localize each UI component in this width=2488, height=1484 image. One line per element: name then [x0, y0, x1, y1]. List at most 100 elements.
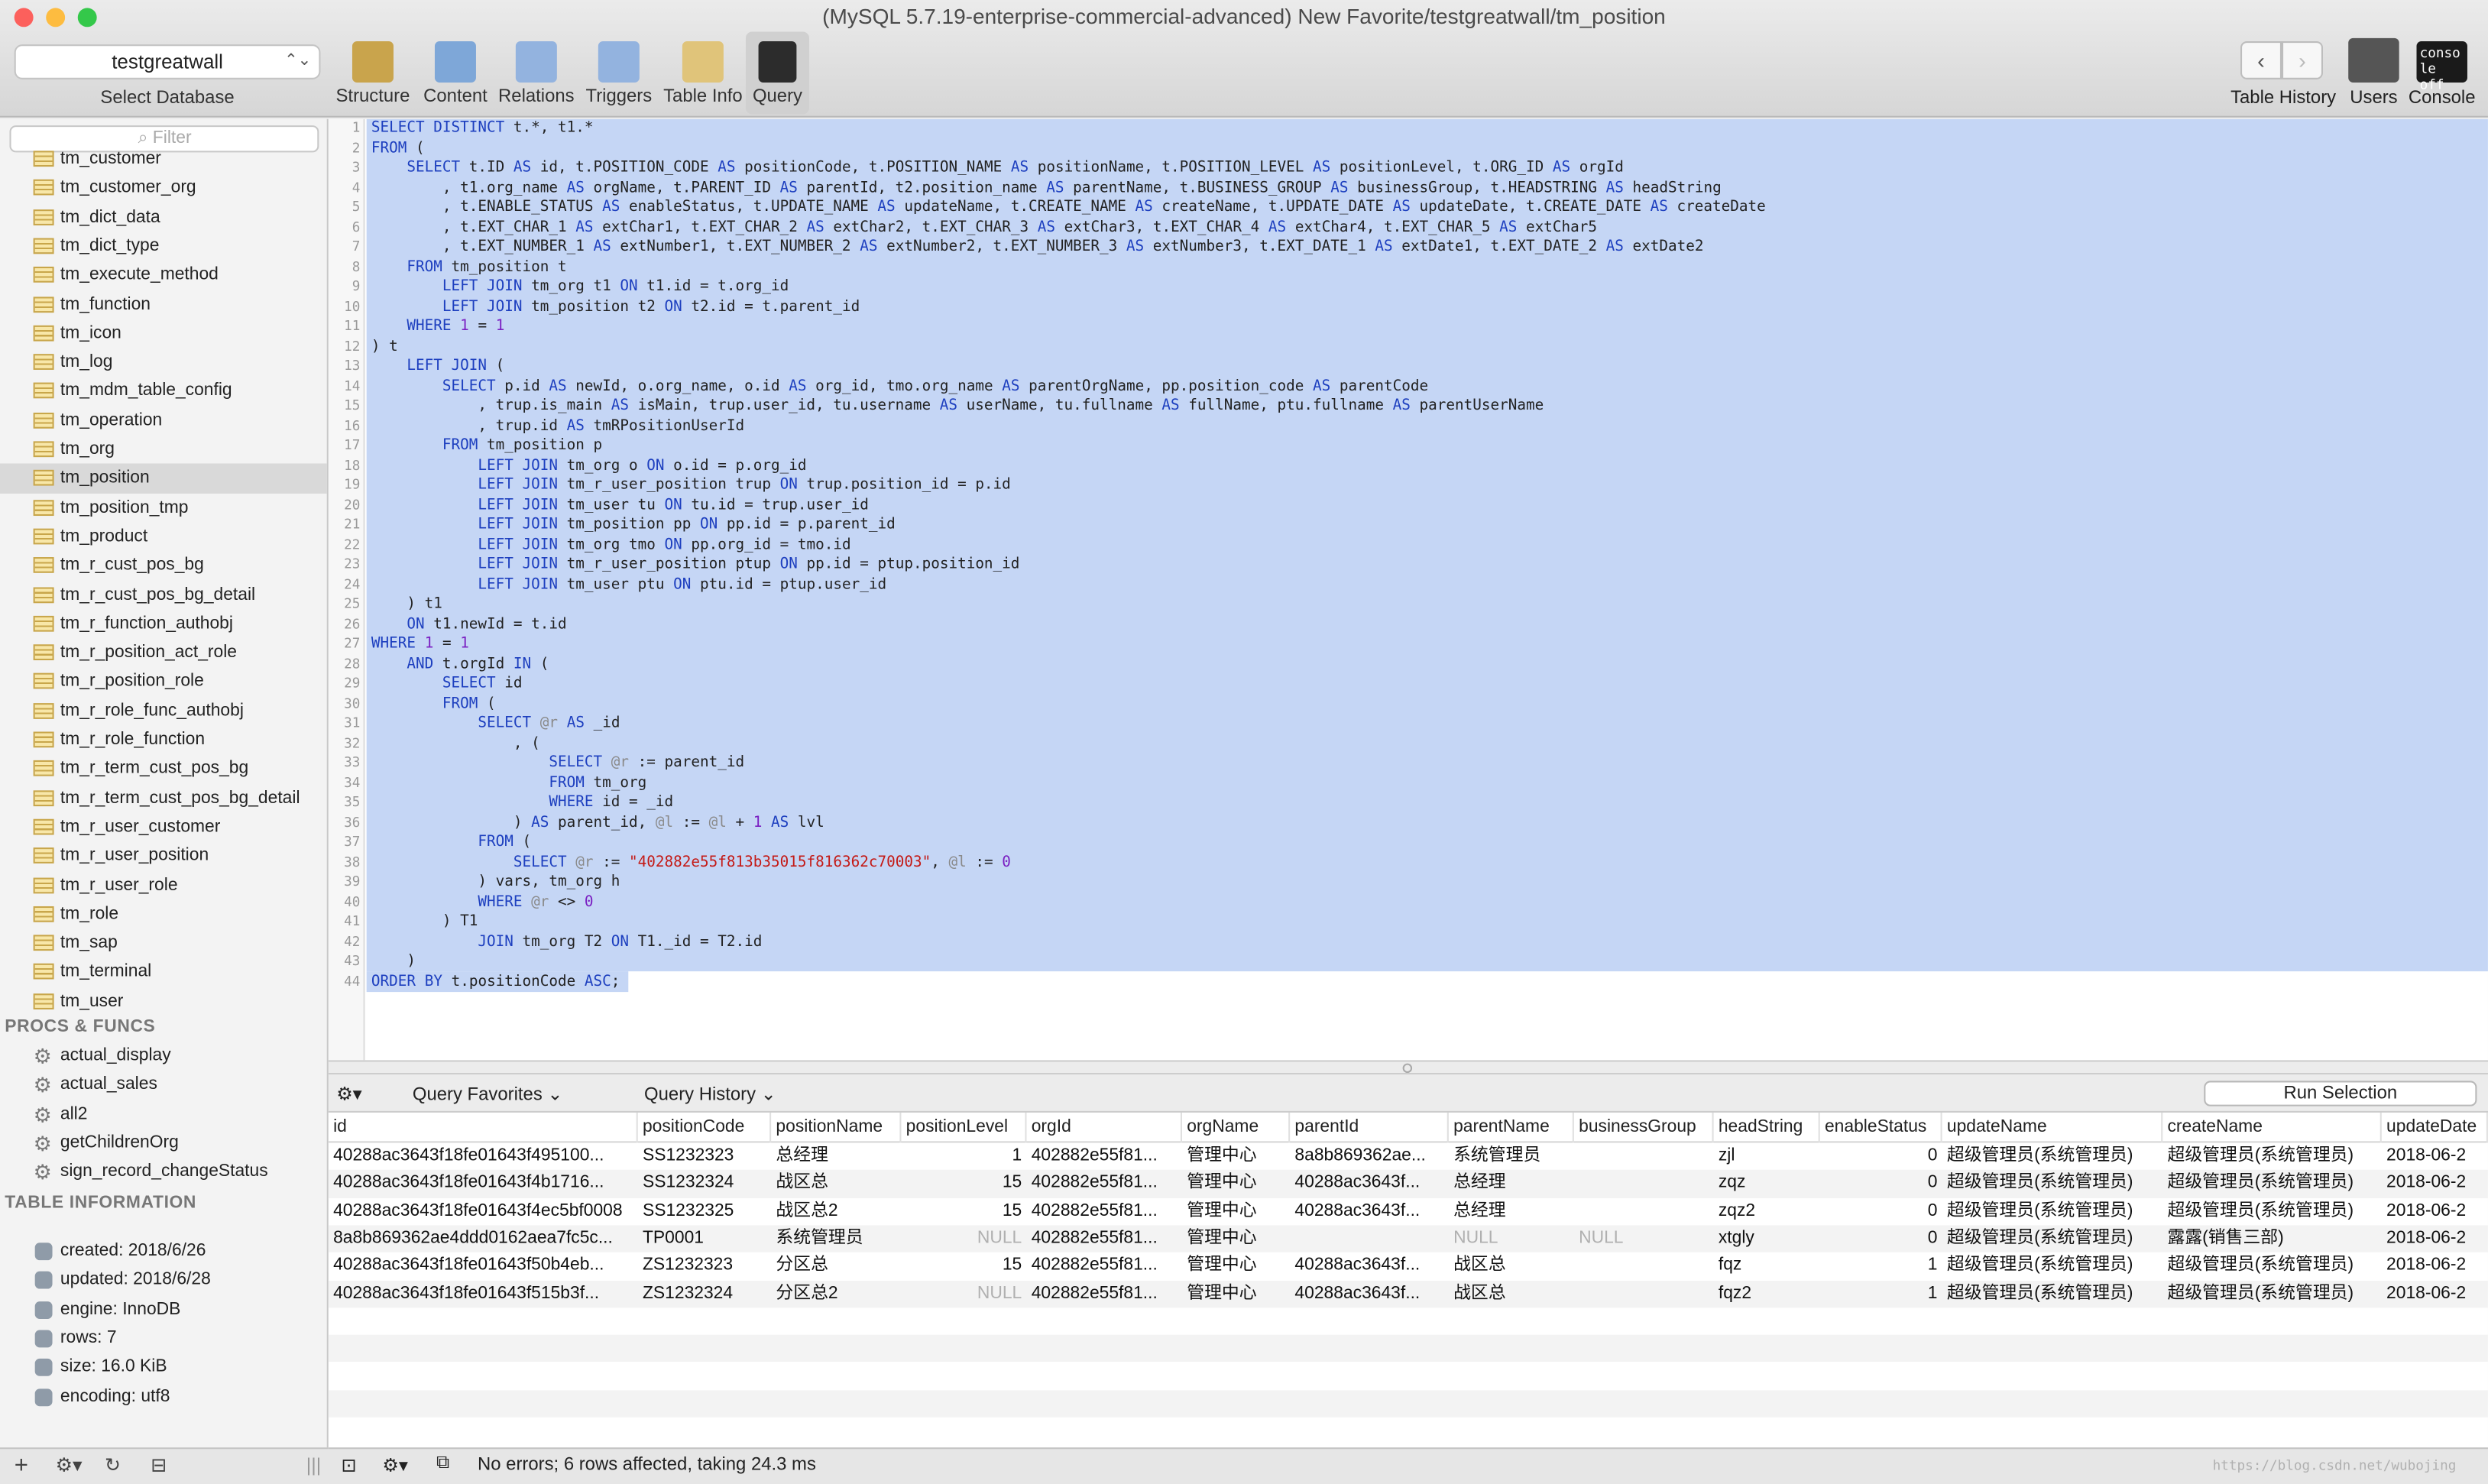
sidebar-table-item[interactable]: tm_sap	[0, 928, 327, 957]
table-cell[interactable]: 2018-06-2	[2382, 1142, 2488, 1170]
column-header[interactable]: updateDate	[2382, 1112, 2488, 1143]
sidebar-table-item[interactable]: tm_r_role_func_authobj	[0, 696, 327, 725]
sidebar-table-item[interactable]: tm_terminal	[0, 957, 327, 987]
table-row[interactable]: 8a8b869362ae4ddd0162aea7fc5c... TP0001 系统管…	[328, 1225, 2488, 1253]
table-cell[interactable]: 超级管理员(系统管理员)	[2162, 1170, 2382, 1197]
query-editor[interactable]: 1 SELECT DISTINCT t.*, t1.* 2 FROM (3 SELEC…	[328, 118, 2488, 1061]
sidebar-proc-item[interactable]: ⚙ getChildrenOrg	[0, 1129, 327, 1158]
table-cell[interactable]: SS1232324	[638, 1170, 771, 1197]
query-tab[interactable]: Query	[745, 31, 810, 115]
sidebar-table-item[interactable]: tm_icon	[0, 319, 327, 348]
table-cell[interactable]: 超级管理员(系统管理员)	[1942, 1252, 2163, 1280]
table-cell[interactable]: ZS1232323	[638, 1252, 771, 1280]
table-cell[interactable]: 管理中心	[1182, 1252, 1290, 1280]
table-cell[interactable]: 0	[1820, 1170, 1942, 1197]
filter-toggle-icon[interactable]: ⊟	[151, 1454, 167, 1476]
status-gear-icon[interactable]: ⚙▾	[382, 1454, 407, 1476]
table-cell[interactable]: 2018-06-2	[2382, 1280, 2488, 1307]
table-row[interactable]	[329, 1307, 2488, 1335]
table-cell[interactable]: 40288ac3643f...	[1290, 1197, 1449, 1225]
table-cell[interactable]: 40288ac3643f...	[1290, 1252, 1449, 1280]
table-cell[interactable]: 系统管理员	[1449, 1142, 1574, 1170]
table-cell[interactable]: NULL	[1449, 1225, 1574, 1252]
table-cell[interactable]: 0	[1820, 1142, 1942, 1170]
sidebar-table-item[interactable]: tm_r_cust_pos_bg	[0, 551, 327, 580]
table-cell[interactable]: 战区总	[771, 1170, 901, 1197]
column-header[interactable]: positionName	[771, 1112, 902, 1143]
table-row[interactable]: 40288ac3643f18fe01643f515b3f... ZS1232324…	[328, 1280, 2488, 1308]
table-cell[interactable]	[1574, 1197, 1714, 1225]
table-cell[interactable]: 402882e55f81...	[1026, 1197, 1181, 1225]
table-cell[interactable]: 8a8b869362ae...	[1290, 1142, 1449, 1170]
sidebar-table-item[interactable]: tm_r_user_role	[0, 870, 327, 899]
table-cell[interactable]: 402882e55f81...	[1026, 1142, 1181, 1170]
table-cell[interactable]: 管理中心	[1182, 1225, 1290, 1252]
table-cell[interactable]	[1574, 1252, 1714, 1280]
sidebar-table-item[interactable]: tm_org	[0, 435, 327, 464]
table-cell[interactable]: 系统管理员	[771, 1225, 901, 1252]
relations-tab[interactable]: Relations	[497, 32, 576, 115]
table-cell[interactable]	[1574, 1280, 1714, 1307]
table-cell[interactable]	[1574, 1170, 1714, 1197]
sidebar-table-item[interactable]: tm_position	[0, 464, 327, 494]
table-cell[interactable]: 0	[1820, 1197, 1942, 1225]
table-cell[interactable]: 402882e55f81...	[1026, 1280, 1181, 1307]
table-cell[interactable]: 超级管理员(系统管理员)	[1942, 1170, 2163, 1197]
table-cell[interactable]: 0	[1820, 1225, 1942, 1252]
table-cell[interactable]: 总经理	[771, 1142, 901, 1170]
table-cell[interactable]: 2018-06-2	[2382, 1252, 2488, 1280]
table-cell[interactable]: 402882e55f81...	[1026, 1252, 1181, 1280]
sidebar-table-item[interactable]: tm_mdm_table_config	[0, 377, 327, 406]
sidebar-table-item[interactable]: tm_r_function_authobj	[0, 609, 327, 638]
column-header[interactable]: createName	[2162, 1112, 2382, 1143]
sidebar-table-item[interactable]: tm_r_position_act_role	[0, 638, 327, 667]
table-cell[interactable]: SS1232323	[638, 1142, 771, 1170]
table-cell[interactable]: 40288ac3643f18fe01643f4ec5bf0008	[329, 1197, 638, 1225]
table-row[interactable]	[328, 1334, 2488, 1362]
sidebar-table-item[interactable]: tm_role	[0, 899, 327, 928]
forward-icon[interactable]: ›	[2282, 41, 2323, 79]
sidebar-table-item[interactable]: tm_dict_data	[0, 203, 327, 232]
toggle-pane-icon[interactable]: ⊡	[341, 1454, 356, 1476]
table-cell[interactable]: 40288ac3643f...	[1290, 1170, 1449, 1197]
table-cell[interactable]: TP0001	[638, 1225, 771, 1252]
column-header[interactable]: headString	[1714, 1112, 1820, 1143]
table-cell[interactable]: 超级管理员(系统管理员)	[1942, 1225, 2163, 1252]
sidebar-table-item[interactable]: tm_dict_type	[0, 232, 327, 261]
sidebar-table-item[interactable]: tm_r_position_role	[0, 667, 327, 696]
sidebar-table-item[interactable]: tm_position_tmp	[0, 493, 327, 522]
sidebar-table-item[interactable]: tm_customer_org	[0, 173, 327, 203]
table-cell[interactable]: zqz	[1714, 1170, 1820, 1197]
sidebar-table-item[interactable]: tm_execute_method	[0, 261, 327, 290]
sidebar-proc-item[interactable]: ⚙ sign_record_changeStatus	[0, 1158, 327, 1187]
table-cell[interactable]: 战区总	[1449, 1252, 1574, 1280]
column-header[interactable]: updateName	[1942, 1112, 2163, 1143]
sidebar-table-item[interactable]: tm_r_cust_pos_bg_detail	[0, 580, 327, 609]
table-cell[interactable]: 超级管理员(系统管理员)	[2162, 1252, 2382, 1280]
table-cell[interactable]: 管理中心	[1182, 1170, 1290, 1197]
column-header[interactable]: parentName	[1449, 1112, 1574, 1143]
table-cell[interactable]: NULL	[901, 1225, 1026, 1252]
table-cell[interactable]: 15	[901, 1170, 1026, 1197]
table-cell[interactable]: 战区总	[1449, 1280, 1574, 1307]
sidebar-table-item[interactable]: tm_product	[0, 522, 327, 551]
table-cell[interactable]: 40288ac3643f18fe01643f50b4eb...	[329, 1252, 638, 1280]
table-cell[interactable]: 超级管理员(系统管理员)	[2162, 1142, 2382, 1170]
sidebar-table-item[interactable]: tm_r_user_position	[0, 841, 327, 870]
table-row[interactable]	[329, 1362, 2488, 1390]
sidebar-proc-item[interactable]: ⚙ all2	[0, 1100, 327, 1129]
table-cell[interactable]: zjl	[1714, 1142, 1820, 1170]
table-cell[interactable]: 管理中心	[1182, 1280, 1290, 1307]
column-header[interactable]: parentId	[1290, 1112, 1449, 1143]
sidebar-table-item[interactable]: tm_function	[0, 290, 327, 319]
triggers-tab[interactable]: Triggers	[579, 32, 659, 115]
table-cell[interactable]: ZS1232324	[638, 1280, 771, 1307]
sidebar-table-item[interactable]: tm_r_term_cust_pos_bg	[0, 754, 327, 783]
console-icon[interactable]: conso le off	[2416, 41, 2467, 94]
run-selection-button[interactable]: Run Selection	[2204, 1081, 2477, 1107]
table-cell[interactable]: 402882e55f81...	[1026, 1170, 1181, 1197]
table-cell[interactable]	[1574, 1142, 1714, 1170]
table-cell[interactable]: 1	[901, 1142, 1026, 1170]
column-header[interactable]: positionLevel	[901, 1112, 1027, 1143]
query-history-button[interactable]: Query History ⌄	[644, 1083, 776, 1105]
